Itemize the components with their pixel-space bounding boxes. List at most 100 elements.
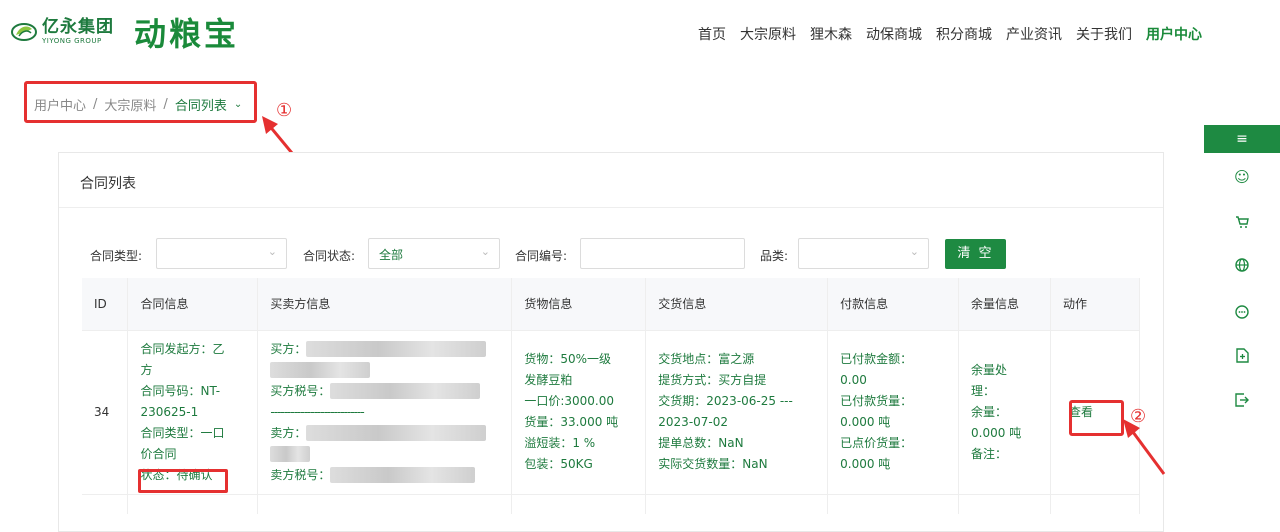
paid-amount-value: 0.00 (840, 373, 867, 387)
header-id: ID (82, 278, 129, 330)
table-row (82, 493, 1141, 514)
nav-item-about[interactable]: 关于我们 (1076, 24, 1132, 44)
buyer-label: 买方： (270, 341, 307, 356)
chevron-down-icon: ⌄ (267, 245, 277, 258)
seller-redacted (306, 425, 487, 441)
contract-number-input[interactable] (580, 238, 745, 269)
cell-remain-info: 余量处 理： 余量： 0.000 吨 备注： (958, 329, 1051, 494)
goods-quantity: 货量：33.000 吨 (524, 415, 619, 429)
nav-item-animal-health-mall[interactable]: 动保商城 (866, 24, 922, 44)
nav-item-user-center[interactable]: 用户中心 (1146, 24, 1202, 44)
priced-qty-label: 已点价货量： (840, 436, 913, 450)
annotation-arrow-two (1123, 419, 1166, 475)
delivery-place: 交货地点：富之源 (658, 352, 755, 366)
contract-initiator: 合同发起方：乙 (140, 341, 225, 356)
header-remain-info: 余量信息 (958, 278, 1051, 330)
seller-tax-redacted (330, 467, 476, 483)
remain-value: 0.000 吨 (971, 425, 1022, 440)
annotation-box-view (1069, 400, 1124, 436)
cell-delivery-info: 交货地点：富之源 提货方式：买方自提 交货期：2023-06-25 --- 20… (645, 329, 829, 494)
cell-id: 34 (82, 329, 129, 494)
top-nav: 首页 大宗原料 狸木森 动保商城 积分商城 产业资讯 关于我们 用户中心 (698, 24, 1202, 44)
chevron-down-icon: ⌄ (909, 245, 919, 258)
cart-icon[interactable] (1204, 215, 1280, 233)
goods-tolerance: 溢短装：1 % (524, 436, 596, 450)
nav-item-limusen[interactable]: 狸木森 (810, 24, 852, 44)
product-name: 动粮宝 (134, 15, 240, 53)
nav-item-home[interactable]: 首页 (698, 24, 726, 44)
contract-number-cont: 230625-1 (140, 404, 199, 419)
document-icon[interactable] (1204, 348, 1280, 367)
globe-icon[interactable] (1204, 258, 1280, 276)
header-contract-info: 合同信息 (127, 278, 259, 330)
goods-packaging: 包装：50KG (524, 457, 593, 471)
right-toolbar: ≡ ☺ (1204, 125, 1280, 425)
contract-type-select[interactable]: ⌄ (156, 238, 287, 269)
delivery-period-end: 2023-07-02 (658, 415, 729, 429)
header-payment-info: 付款信息 (827, 278, 960, 330)
table-header-row: ID 合同信息 买卖方信息 货物信息 交货信息 付款信息 余量信息 动作 (82, 278, 1141, 330)
seller-label: 卖方： (270, 425, 307, 440)
remain-handling-cont: 理： (971, 383, 996, 398)
card-title: 合同列表 (80, 176, 136, 192)
seller-redacted-cont (270, 446, 311, 462)
contract-number: 合同号码：NT- (140, 383, 221, 398)
paid-amount-label: 已付款金额： (840, 352, 913, 366)
cell-parties-info: 买方： 买方税号： ---------------------------- 卖… (257, 329, 513, 494)
remain-remark: 备注： (971, 446, 1008, 461)
chat-icon[interactable] (1204, 305, 1280, 323)
table-row: 34 合同发起方：乙 方 合同号码：NT- 230625-1 合同类型：一口 价… (82, 329, 1141, 494)
paid-qty-value: 0.000 吨 (840, 415, 891, 429)
company-name: 亿永集团 YIYONG GROUP (42, 19, 114, 45)
cell-payment-info: 已付款金额： 0.00 已付款货量： 0.000 吨 已点价货量： 0.000 … (827, 329, 960, 494)
logo[interactable]: 亿永集团 YIYONG GROUP 动粮宝 (10, 12, 240, 53)
contract-type-label: 合同类型: (90, 249, 143, 263)
company-name-cn: 亿永集团 (42, 17, 114, 37)
goods-name: 货物：50%一级 (524, 352, 612, 366)
header-action: 动作 (1050, 278, 1141, 330)
contract-type-cont: 价合同 (140, 446, 177, 461)
nav-item-industry-news[interactable]: 产业资讯 (1006, 24, 1062, 44)
header-goods-info: 货物信息 (511, 278, 647, 330)
exit-icon[interactable] (1204, 393, 1280, 411)
annotation-box-breadcrumb (24, 81, 257, 123)
header-delivery-info: 交货信息 (645, 278, 829, 330)
card-divider (59, 207, 1163, 208)
buyer-tax-redacted (330, 383, 481, 399)
paid-qty-label: 已付款货量： (840, 394, 913, 408)
parties-divider: ---------------------------- (270, 404, 364, 419)
contract-status-select[interactable]: 全部 ⌄ (368, 238, 500, 269)
bill-count: 提单总数：NaN (658, 436, 744, 450)
remain-handling: 余量处 (971, 362, 1008, 377)
contract-type: 合同类型：一口 (140, 425, 225, 440)
chevron-down-icon: ⌄ (480, 245, 490, 258)
delivery-period: 交货期：2023-06-25 --- (658, 394, 793, 408)
annotation-box-status (138, 469, 228, 493)
category-select[interactable]: ⌄ (798, 238, 929, 269)
contract-initiator-cont: 方 (140, 362, 153, 377)
nav-item-bulk-materials[interactable]: 大宗原料 (740, 24, 796, 44)
category-label: 品类: (760, 249, 789, 263)
contract-status-label: 合同状态: (303, 249, 356, 263)
contract-number-label: 合同编号: (515, 249, 568, 263)
actual-delivery-qty: 实际交货数量：NaN (658, 457, 768, 471)
company-name-en: YIYONG GROUP (42, 37, 102, 45)
buyer-tax-label: 买方税号： (270, 383, 331, 398)
buyer-redacted (306, 341, 487, 357)
goods-price: 一口价:3000.00 (524, 394, 615, 408)
contract-status-value: 全部 (379, 248, 404, 262)
contract-table: ID 合同信息 买卖方信息 货物信息 交货信息 付款信息 余量信息 动作 34 … (82, 278, 1141, 514)
seller-tax-label: 卖方税号： (270, 467, 331, 482)
buyer-redacted-cont (270, 362, 371, 378)
clear-button[interactable]: 清 空 (945, 239, 1006, 269)
user-icon[interactable]: ☺ (1204, 168, 1280, 186)
remain-label: 余量： (971, 404, 1008, 419)
cell-goods-info: 货物：50%一级 发酵豆粕 一口价:3000.00 货量：33.000 吨 溢短… (511, 329, 647, 494)
menu-icon[interactable]: ≡ (1204, 125, 1280, 153)
header-parties-info: 买卖方信息 (257, 278, 513, 330)
nav-item-points-mall[interactable]: 积分商城 (936, 24, 992, 44)
priced-qty-value: 0.000 吨 (840, 457, 891, 471)
goods-name-cont: 发酵豆粕 (524, 373, 573, 387)
logo-leaf-icon (10, 21, 38, 43)
delivery-method: 提货方式：买方自提 (658, 373, 767, 387)
